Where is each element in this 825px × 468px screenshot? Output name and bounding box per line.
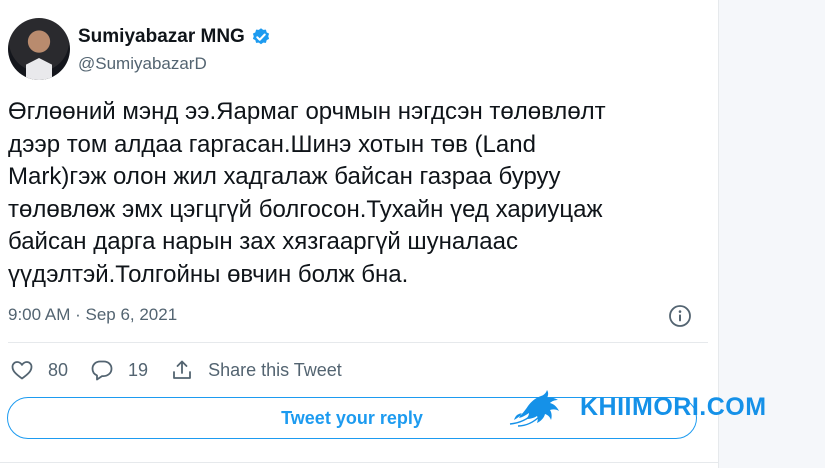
reply-action[interactable]: 19	[90, 358, 148, 382]
avatar[interactable]	[8, 18, 70, 80]
author-handle[interactable]: @SumiyabazarD	[78, 54, 207, 74]
tweet-timestamp[interactable]: 9:00 AM · Sep 6, 2021	[8, 305, 177, 325]
tweet-text: Өглөөний мэнд ээ.Яармаг орчмын нэгдсэн т…	[8, 98, 606, 288]
horse-logo-icon	[509, 390, 559, 427]
divider	[8, 342, 708, 343]
bottom-divider	[0, 462, 718, 463]
watermark-text: KHIIMORI.COM	[580, 392, 767, 421]
info-icon[interactable]	[668, 304, 692, 328]
share-label: Share this Tweet	[208, 359, 342, 380]
share-action[interactable]: Share this Tweet	[170, 358, 342, 382]
verified-badge-icon	[252, 28, 269, 45]
reply-count: 19	[128, 359, 149, 380]
tweet-actions: 80 19 Share this Tweet	[10, 357, 364, 383]
heart-icon	[11, 361, 33, 380]
share-upload-icon	[173, 360, 191, 379]
speech-bubble-icon	[91, 360, 113, 381]
like-count: 80	[48, 359, 69, 380]
author-name[interactable]: Sumiyabazar MNG	[78, 26, 245, 48]
watermark-logo: KHIIMORI.COM	[508, 384, 767, 430]
avatar-shirt	[26, 58, 52, 80]
author-name-row: Sumiyabazar MNG	[78, 26, 271, 48]
like-action[interactable]: 80	[10, 358, 68, 382]
